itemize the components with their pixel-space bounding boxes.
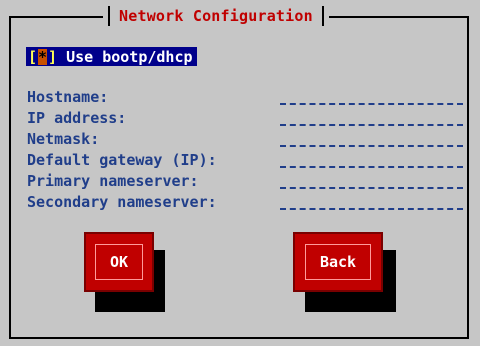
primary-nameserver-label: Primary nameserver: [27,172,199,190]
back-button[interactable]: Back [293,232,383,292]
secondary-nameserver-label: Secondary nameserver: [27,193,217,211]
hostname-label: Hostname: [27,88,109,106]
hostname-field[interactable] [280,103,463,105]
netmask-label: Netmask: [27,130,100,148]
primary-nameserver-field[interactable] [280,187,463,189]
back-button-label: Back [304,244,372,280]
checkbox-close-bracket: ] [48,47,58,66]
ip-address-label: IP address: [27,109,127,127]
checkbox-open-bracket: [ [28,47,38,66]
checkbox-mark[interactable]: * [38,48,47,65]
ip-address-field[interactable] [280,124,463,126]
default-gateway-field[interactable] [280,166,463,168]
secondary-nameserver-field[interactable] [280,208,463,210]
default-gateway-label: Default gateway (IP): [27,151,217,169]
ok-button[interactable]: OK [84,232,154,292]
dialog-title-bar: Network Configuration [103,5,329,27]
network-config-dialog: Network Configuration [*] Use bootp/dhcp… [0,0,480,346]
checkbox-label: Use bootp/dhcp [66,47,193,66]
netmask-field[interactable] [280,145,463,147]
dialog-title: Network Configuration [119,7,313,25]
ok-button-label: OK [94,244,144,280]
bootp-dhcp-checkbox[interactable]: [*] Use bootp/dhcp [26,47,197,66]
title-right-divider [321,6,324,26]
